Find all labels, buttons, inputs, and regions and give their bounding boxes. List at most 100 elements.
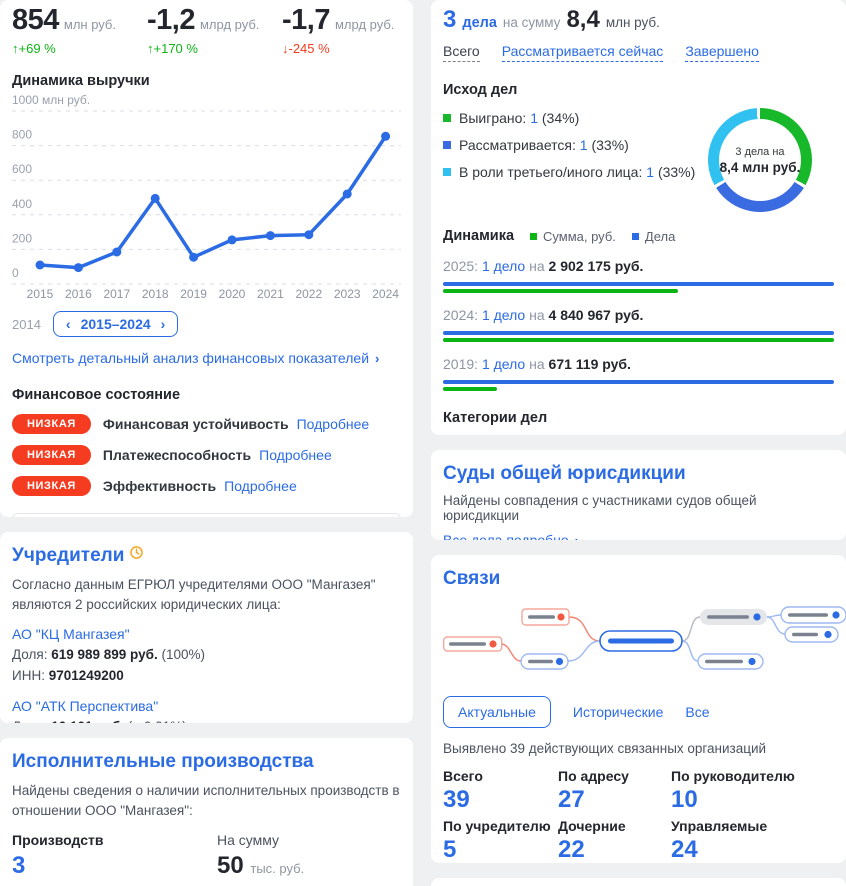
status-badge: НИЗКАЯ [12,445,91,465]
svg-text:2021: 2021 [257,287,284,301]
enforcement-count-value[interactable]: 3 [12,852,217,880]
period-selector[interactable]: ‹ 2015–2024 › [53,311,178,337]
stat-value[interactable]: 39 [443,786,558,814]
tab-finished[interactable]: Завершено [685,43,759,62]
accounting-report-row[interactable]: Бухгалтерская отчётность 2013–2024 СМОТР… [12,513,401,517]
svg-text:2017: 2017 [103,287,130,301]
year-cases-link[interactable]: 1 дело [482,258,525,274]
dynamics-legend-sum: Сумма, руб. [530,229,616,244]
dynamics-header: Динамика Сумма, руб. Дела [443,228,834,244]
dynamics-year-row: 2019: 1 дело на 671 119 руб. [443,356,834,391]
legend-count-link[interactable]: 1 [646,164,654,180]
outcome-title: Исход дел [443,82,834,98]
year-cases-link[interactable]: 1 дело [482,307,525,323]
details-link[interactable]: Подробнее [259,447,332,463]
graph-node-blue[interactable] [521,654,568,669]
metric-revenue: 854млн руб. ↑+69 % [12,4,147,56]
svg-text:1000 млн руб.: 1000 млн руб. [12,93,90,107]
sum-bar [443,338,834,342]
stat-value[interactable]: 5 [443,836,558,863]
financial-analysis-link[interactable]: Смотреть детальный анализ финансовых пок… [12,350,401,366]
stat-by-manager: По руководителю10 [671,768,834,814]
graph-node-gray[interactable] [700,609,767,625]
fin-state-row: НИЗКАЯ Финансовая устойчивость Подробнее [12,414,401,434]
revenue-chart-title: Динамика выручки [12,73,401,89]
svg-text:2015: 2015 [27,287,54,301]
tab-historical[interactable]: Исторические [573,704,664,720]
graph-node-red[interactable] [444,637,502,651]
arbitration-card: 3 дела на сумму 8,4 млн руб. Всего Рассм… [431,0,846,435]
status-badge: НИЗКАЯ [12,414,91,434]
prev-year-label[interactable]: 2014 [12,317,41,332]
status-badge: НИЗКАЯ [12,476,91,496]
svg-text:400: 400 [12,197,32,211]
legend-count-link[interactable]: 1 [530,110,538,126]
graph-node-blue[interactable] [698,654,763,669]
graph-node-blue[interactable] [781,607,846,623]
graph-node-blue[interactable] [785,627,838,642]
tab-in-progress[interactable]: Рассматривается сейчас [502,43,664,62]
common-courts-card: Суды общей юрисдикции Найдены совпадения… [431,450,846,540]
cases-word[interactable]: дела [462,15,497,31]
metric-unit: млн руб. [64,17,116,32]
blue-square-icon [632,233,639,240]
founder-share: 10 101 руб. [51,719,124,723]
all-court-cases-link[interactable]: Все дела подробно› [443,532,579,540]
tab-all[interactable]: Всего [443,43,480,62]
tab-actual[interactable]: Актуальные [443,696,551,728]
metric-value: -1,2 [147,4,195,36]
details-link[interactable]: Подробнее [297,416,370,432]
chevron-right-icon: › [575,533,579,540]
svg-text:2019: 2019 [180,287,207,301]
enforcement-title: Исполнительные производства [12,751,401,773]
cases-bar [443,282,834,286]
founder-name-link[interactable]: АО "КЦ Мангазея" [12,626,130,642]
cases-count[interactable]: 3 [443,6,456,34]
enforcement-card: Исполнительные производства Найдены свед… [0,738,413,886]
metric-delta: ↑+170 % [147,41,282,56]
dynamics-legend-cases: Дела [632,229,675,244]
year-cases-link[interactable]: 1 дело [482,356,525,372]
cases-sum-unit: млн руб. [606,15,660,30]
tab-all-connections[interactable]: Все [685,704,709,720]
founder-name-link[interactable]: АО "АТК Перспектива" [12,698,158,714]
green-square-icon [443,114,451,122]
stat-value[interactable]: 27 [558,786,671,814]
svg-text:2022: 2022 [295,287,322,301]
graph-node-red[interactable] [522,609,569,625]
cases-donut-chart: 3 дела на 8,4 млн руб. [708,108,812,212]
connections-graph[interactable] [443,597,846,682]
details-link[interactable]: Подробнее [224,478,297,494]
chevron-right-icon[interactable]: › [161,316,166,332]
founder-share: 619 989 899 руб. [51,647,158,662]
period-range: 2015–2024 [81,316,151,332]
arbitration-header: 3 дела на сумму 8,4 млн руб. [443,6,834,34]
founders-intro: Согласно данным ЕГРЮЛ учредителями ООО "… [12,575,401,614]
stat-value[interactable]: 22 [558,836,671,863]
metric-unit: млрд руб. [335,17,394,32]
metric-delta: ↓-245 % [282,41,413,56]
financials-card: 854млн руб. ↑+69 % -1,2 млрд руб. ↑+170 %… [0,0,413,517]
chevron-left-icon[interactable]: ‹ [66,316,71,332]
history-clock-icon[interactable] [130,546,143,559]
graph-node-center[interactable] [600,631,682,651]
founder-item: АО "КЦ Мангазея" Доля: 619 989 899 руб. … [12,624,401,686]
svg-text:200: 200 [12,231,32,245]
stat-subsidiaries: Дочерние22 [558,818,671,863]
connections-tabs: Актуальные Исторические Все [443,696,834,728]
cyan-square-icon [443,168,451,176]
svg-text:2023: 2023 [334,287,361,301]
dynamics-title: Динамика [443,228,514,244]
categories-title: Категории дел [443,410,834,426]
metric-value: -1,7 [282,4,330,36]
founder-item: АО "АТК Перспектива" Доля: 10 101 руб. (… [12,696,401,723]
dynamics-year-row: 2024: 1 дело на 4 840 967 руб. [443,307,834,342]
founder-share-pct: (100%) [161,647,205,662]
stat-value[interactable]: 10 [671,786,834,814]
key-metrics: 854млн руб. ↑+69 % -1,2 млрд руб. ↑+170 %… [12,0,401,56]
common-courts-title: Суды общей юрисдикции [443,463,834,485]
svg-text:2016: 2016 [65,287,92,301]
legend-count-link[interactable]: 1 [580,137,588,153]
stat-by-address: По адресу27 [558,768,671,814]
stat-value[interactable]: 24 [671,836,834,863]
